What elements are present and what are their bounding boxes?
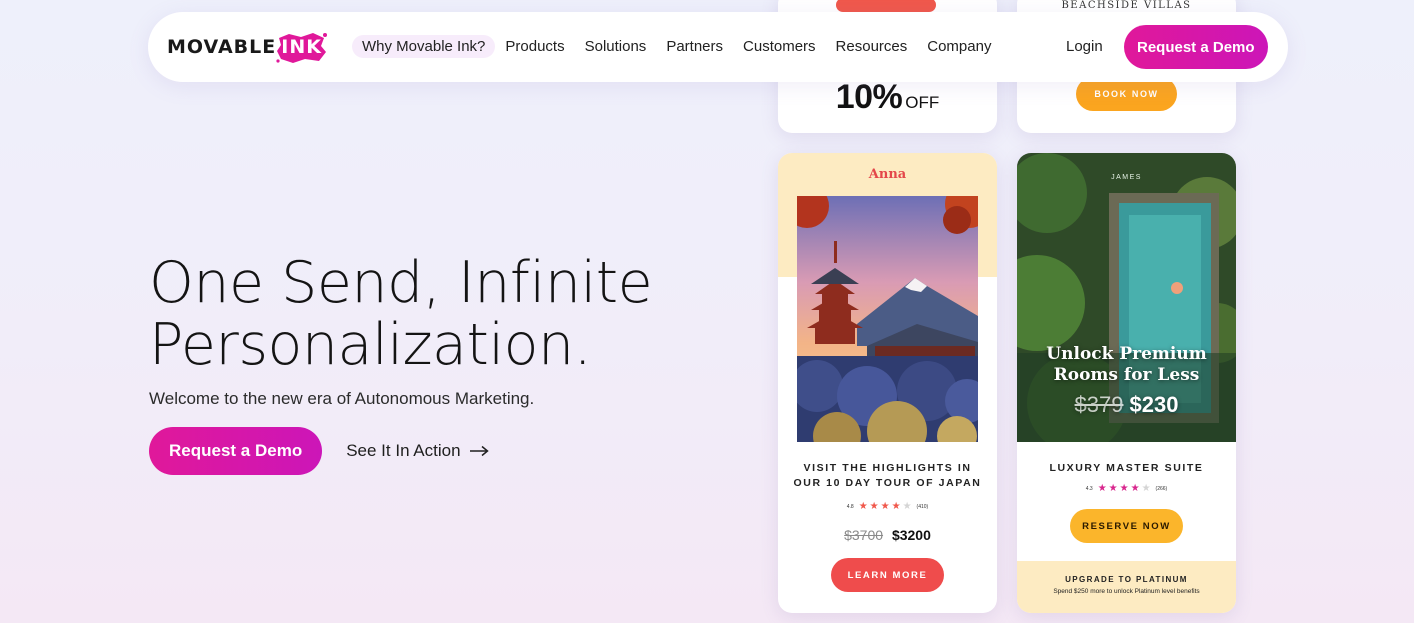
rating-value: 4.8 (846, 504, 854, 510)
star-icon: ★ (858, 501, 868, 512)
price-old: $3700 (844, 527, 884, 543)
logo-word: MOVABLE (167, 36, 277, 58)
nav-link-solutions[interactable]: Solutions (575, 35, 657, 58)
hero-title-line2: Personalization. (149, 312, 592, 378)
rating-count: (266) (1155, 486, 1168, 492)
pagoda-illustration (797, 196, 978, 442)
star-icon: ★ (1130, 483, 1140, 494)
hero-request-demo-button[interactable]: Request a Demo (149, 427, 323, 475)
rating-value: 4.3 (1085, 486, 1093, 492)
price-old: $379 (1074, 392, 1124, 417)
star-empty-icon: ★ (902, 501, 912, 512)
rating-stars: 4.3 ★ ★ ★ ★ ★ (266) (1017, 484, 1236, 494)
see-it-in-action-label: See It In Action (346, 441, 461, 460)
discount-card-button[interactable] (836, 0, 936, 12)
hero-title-line1: One Send, Infinite (149, 250, 653, 316)
login-link[interactable]: Login (1066, 38, 1103, 55)
japan-tour-card: Anna VISIT THE HIGHLIGHTS IN OUR 10 DAY … (778, 153, 997, 613)
star-icon: ★ (1108, 483, 1118, 494)
nav-link-products[interactable]: Products (495, 35, 574, 58)
nav-request-demo-button[interactable]: Request a Demo (1124, 25, 1268, 69)
nav-link-partners[interactable]: Partners (656, 35, 733, 58)
nav-link-company[interactable]: Company (917, 35, 1001, 58)
upgrade-banner: UPGRADE TO PLATINUM Spend $250 more to u… (1017, 561, 1236, 613)
hotel-suite-card: JAMES Unlock Premium Rooms for Less $379… (1017, 153, 1236, 613)
tour-price: $3700 $3200 (778, 527, 997, 543)
star-icon: ★ (1097, 483, 1107, 494)
japan-pagoda-image (797, 196, 978, 442)
suite-title: LUXURY MASTER SUITE (1049, 462, 1204, 474)
book-now-button[interactable]: BOOK NOW (1076, 77, 1177, 111)
hero-title: One Send, Infinite Personalization. (149, 252, 709, 376)
rating-count: (410) (916, 504, 929, 510)
see-it-in-action-link[interactable]: See It In Action (346, 441, 489, 461)
top-navigation: MOVABLE INK Why Movable Ink? Products So… (148, 12, 1288, 82)
price-new: $230 (1129, 392, 1179, 417)
hero-actions: Request a Demo See It In Action (149, 427, 709, 475)
recipient-name: Anna (868, 167, 907, 182)
nav-link-customers[interactable]: Customers (733, 35, 826, 58)
movable-ink-logo[interactable]: MOVABLE INK (167, 32, 328, 63)
nav-link-why-movable-ink[interactable]: Why Movable Ink? (352, 35, 496, 58)
nav-link-resources[interactable]: Resources (826, 35, 918, 58)
discount-text: 10% OFF (778, 78, 997, 117)
discount-label: OFF (905, 93, 940, 112)
logo-ink: INK (276, 33, 328, 63)
upgrade-subtitle: Spend $250 more to unlock Platinum level… (1053, 588, 1200, 595)
rating-stars: 4.8 ★ ★ ★ ★ ★ (410) (778, 502, 997, 512)
star-icon: ★ (1119, 483, 1129, 494)
villas-label: BEACHSIDE VILLAS (1061, 0, 1192, 11)
star-icon: ★ (869, 501, 879, 512)
offer-headline: Unlock Premium Rooms for Less (1046, 344, 1207, 385)
logo-ink-text: INK (281, 36, 322, 58)
nav-links: Why Movable Ink? Products Solutions Part… (352, 35, 1001, 58)
star-icon: ★ (891, 501, 901, 512)
star-empty-icon: ★ (1141, 483, 1151, 494)
upgrade-title: UPGRADE TO PLATINUM (1065, 575, 1188, 584)
price-new: $3200 (891, 527, 931, 543)
hero-section: One Send, Infinite Personalization. Welc… (149, 252, 709, 475)
offer-price: $379 $230 (1017, 392, 1236, 418)
star-icon: ★ (880, 501, 890, 512)
arrow-right-icon (469, 445, 489, 457)
recipient-name: JAMES (1111, 174, 1142, 181)
reserve-now-button[interactable]: RESERVE NOW (1070, 509, 1183, 543)
tour-title: VISIT THE HIGHLIGHTS IN OUR 10 DAY TOUR … (793, 462, 982, 489)
discount-value: 10% (835, 78, 903, 116)
learn-more-button[interactable]: LEARN MORE (831, 558, 944, 592)
hero-subtitle: Welcome to the new era of Autonomous Mar… (149, 389, 535, 408)
